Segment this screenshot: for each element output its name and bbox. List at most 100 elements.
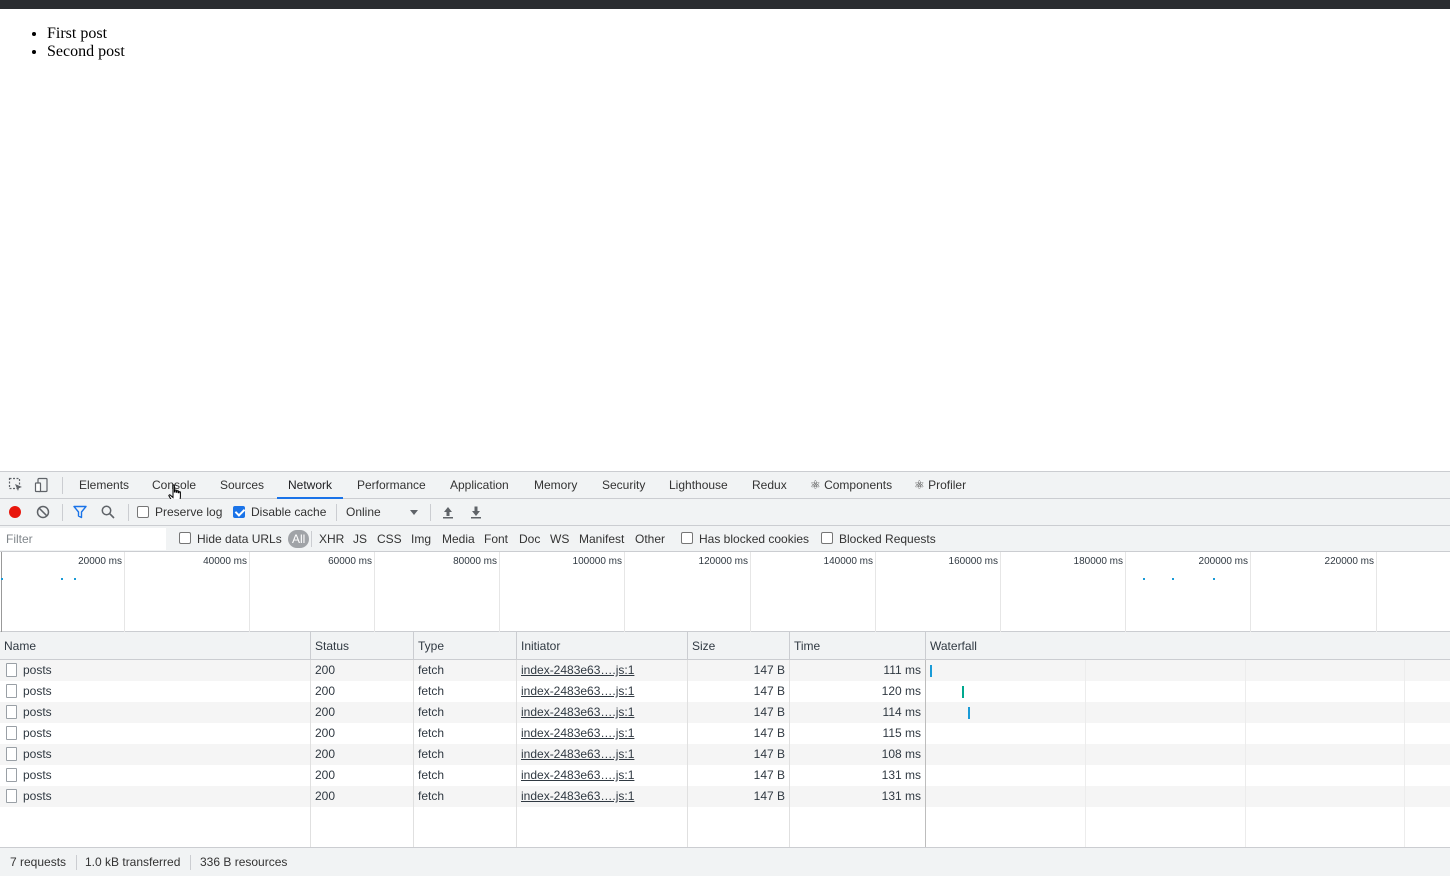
request-type: fetch [418,726,445,740]
request-initiator-link[interactable]: index-2483e63….js:1 [521,723,634,744]
tab-performance[interactable]: Performance [346,472,437,499]
type-filter-all[interactable]: All [288,530,310,548]
dropdown-arrow-icon[interactable] [406,505,422,521]
network-overview-timeline[interactable]: 20000 ms 40000 ms 60000 ms 80000 ms 1000… [0,552,1450,632]
hide-data-urls-checkbox[interactable] [179,532,191,544]
type-filter-manifest[interactable]: Manifest [576,530,627,548]
column-header-status[interactable]: Status [311,632,414,660]
network-status-bar: 7 requests 1.0 kB transferred 336 B reso… [0,847,1450,876]
type-filter-js[interactable]: JS [350,530,370,548]
request-initiator-link[interactable]: index-2483e63….js:1 [521,702,634,723]
request-initiator-link[interactable]: index-2483e63….js:1 [521,681,634,702]
table-row[interactable]: posts 200 fetch index-2483e63….js:1 147 … [0,681,1450,702]
type-filter-doc[interactable]: Doc [516,530,543,548]
tab-memory[interactable]: Memory [523,472,588,499]
column-header-time[interactable]: Time [790,632,926,660]
waterfall-bar [968,707,970,719]
table-row[interactable]: posts 200 fetch index-2483e63….js:1 147 … [0,765,1450,786]
request-initiator-link[interactable]: index-2483e63….js:1 [521,786,634,807]
request-status: 200 [315,768,336,782]
device-toolbar-icon[interactable] [34,477,50,493]
table-row[interactable]: posts 200 fetch index-2483e63….js:1 147 … [0,723,1450,744]
column-divider [789,660,790,847]
overview-request-mark [1172,578,1174,580]
document-icon [6,684,17,698]
record-icon[interactable] [7,504,23,520]
column-header-waterfall[interactable]: Waterfall [926,632,1450,660]
hide-data-urls-label: Hide data URLs [197,532,282,546]
request-status: 200 [315,789,336,803]
filter-bar: Hide data URLs All XHR JS CSS Img Media … [0,526,1450,552]
toolbar-separator [336,504,337,521]
table-row[interactable]: posts 200 fetch index-2483e63….js:1 147 … [0,744,1450,765]
waterfall-bar [962,686,964,698]
request-count: 7 requests [10,855,67,869]
transferred-size: 1.0 kB transferred [85,855,181,869]
document-icon [6,789,17,803]
column-divider [516,660,517,847]
column-header-initiator[interactable]: Initiator [517,632,688,660]
overview-gridline [1000,552,1001,632]
preserve-log-checkbox[interactable] [137,506,149,518]
column-divider [687,660,688,847]
request-initiator-link[interactable]: index-2483e63….js:1 [521,744,634,765]
type-filter-other[interactable]: Other [632,530,668,548]
toolbar-separator [430,504,431,521]
overview-gridline [1250,552,1251,632]
overview-request-mark [1143,578,1145,580]
tab-lighthouse[interactable]: Lighthouse [658,472,739,499]
tab-security[interactable]: Security [591,472,656,499]
type-filter-css[interactable]: CSS [374,530,405,548]
tab-components[interactable]: ⚛ Components [799,472,903,499]
column-header-size[interactable]: Size [688,632,790,660]
overview-start-marker [1,552,2,632]
throttling-select[interactable]: Online [346,499,381,526]
column-header-name[interactable]: Name [0,632,311,660]
table-row[interactable]: posts 200 fetch index-2483e63….js:1 147 … [0,702,1450,723]
table-row[interactable]: posts 200 fetch index-2483e63….js:1 147 … [0,786,1450,807]
column-divider [413,660,414,847]
clear-icon[interactable] [35,504,51,520]
inspect-element-icon[interactable] [8,477,24,493]
overview-gridline [124,552,125,632]
disable-cache-checkbox[interactable] [233,506,245,518]
tab-elements[interactable]: Elements [68,472,140,499]
filter-input[interactable] [0,528,166,550]
tab-application[interactable]: Application [439,472,520,499]
table-row[interactable]: posts 200 fetch index-2483e63….js:1 147 … [0,660,1450,681]
export-har-icon[interactable] [468,504,484,520]
list-item: First post [47,25,125,43]
type-filter-xhr[interactable]: XHR [316,530,347,548]
column-divider [925,660,926,847]
request-time: 108 ms [881,747,921,761]
request-initiator-link[interactable]: index-2483e63….js:1 [521,765,634,786]
tab-profiler[interactable]: ⚛ Profiler [903,472,977,499]
type-filter-font[interactable]: Font [481,530,511,548]
overview-gridline [374,552,375,632]
column-header-type[interactable]: Type [414,632,517,660]
type-filter-img[interactable]: Img [408,530,434,548]
request-type: fetch [418,705,445,719]
request-initiator-link[interactable]: index-2483e63….js:1 [521,660,634,681]
page-viewport: First post Second post [0,9,1450,471]
overview-gridline [249,552,250,632]
import-har-icon[interactable] [440,504,456,520]
tab-sources[interactable]: Sources [209,472,275,499]
blocked-requests-checkbox[interactable] [821,532,833,544]
overview-request-mark [61,578,63,580]
browser-top-strip [0,0,1450,9]
tab-redux[interactable]: Redux [741,472,798,499]
request-status: 200 [315,726,336,740]
request-name: posts [23,768,52,782]
search-icon[interactable] [100,504,116,520]
tab-network[interactable]: Network [277,472,344,499]
request-time: 120 ms [881,684,921,698]
type-filter-media[interactable]: Media [439,530,478,548]
has-blocked-cookies-checkbox[interactable] [681,532,693,544]
request-time: 131 ms [881,768,921,782]
request-size: 147 B [753,684,785,698]
request-time: 131 ms [881,789,921,803]
type-filter-ws[interactable]: WS [547,530,572,548]
filter-icon[interactable] [72,504,88,520]
toolbar-separator [128,504,129,521]
